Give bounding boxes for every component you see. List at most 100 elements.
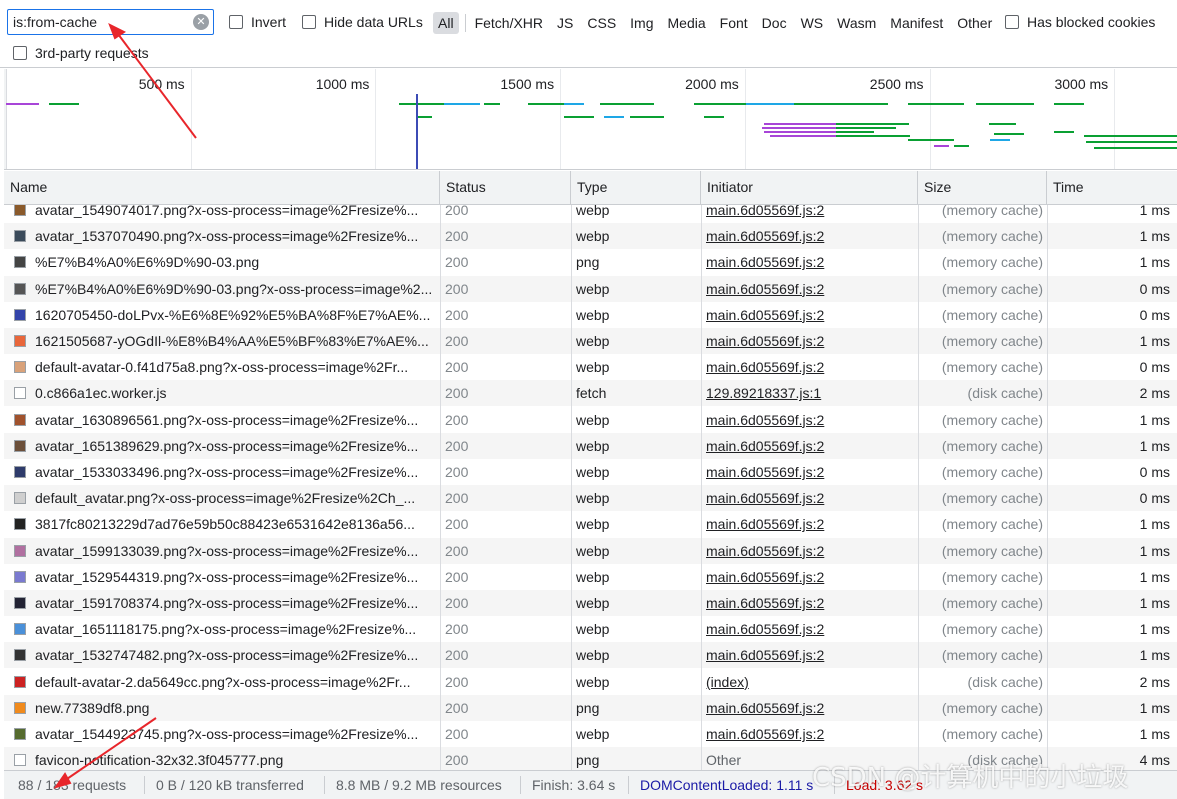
initiator-link[interactable]: (index) [706, 674, 749, 690]
request-name-cell[interactable]: 1621505687-yOGdIl-%E8%B4%AA%E5%BF%83%E7%… [4, 328, 439, 354]
table-row[interactable]: %E7%B4%A0%E6%9D%90-03.png?x-oss-process=… [4, 275, 1177, 302]
hide-data-urls-checkbox-box[interactable] [302, 15, 316, 29]
table-row[interactable]: avatar_1630896561.png?x-oss-process=imag… [4, 407, 1177, 433]
table-row[interactable]: new.77389df8.png 200 png main.6d05569f.js:2… [4, 694, 1177, 721]
table-row[interactable]: default-avatar-2.da5649cc.png?x-oss-proc… [4, 669, 1177, 695]
initiator-link[interactable]: main.6d05569f.js:2 [706, 700, 824, 716]
third-party-checkbox-box[interactable] [13, 46, 27, 60]
request-name[interactable]: default-avatar-2.da5649cc.png?x-oss-proc… [35, 674, 410, 690]
column-header-status[interactable]: Status [440, 171, 571, 204]
table-row[interactable]: default_avatar.png?x-oss-process=image%2… [4, 485, 1177, 512]
initiator-link[interactable]: main.6d05569f.js:2 [706, 543, 824, 559]
table-row[interactable]: default-avatar-0.f41d75a8.png?x-oss-proc… [4, 354, 1177, 380]
initiator-link[interactable]: main.6d05569f.js:2 [706, 490, 824, 506]
table-row[interactable]: %E7%B4%A0%E6%9D%90-03.png 200 png main.6d05… [4, 249, 1177, 275]
request-name[interactable]: %E7%B4%A0%E6%9D%90-03.png [35, 254, 259, 270]
initiator-link[interactable]: main.6d05569f.js:2 [706, 647, 824, 663]
request-name[interactable]: avatar_1532747482.png?x-oss-process=imag… [35, 647, 418, 663]
blocked-cookies-checkbox-box[interactable] [1005, 15, 1019, 29]
table-row[interactable]: avatar_1529544319.png?x-oss-process=imag… [4, 564, 1177, 590]
request-name-cell[interactable]: favicon-notification-32x32.3f045777.png [4, 747, 439, 770]
request-name[interactable]: avatar_1591708374.png?x-oss-process=imag… [35, 595, 418, 611]
filter-input-box[interactable]: ✕ [7, 9, 214, 35]
table-row[interactable]: avatar_1537070490.png?x-oss-process=imag… [4, 223, 1177, 250]
initiator-link[interactable]: main.6d05569f.js:2 [706, 726, 824, 742]
table-row[interactable]: 1621505687-yOGdIl-%E8%B4%AA%E5%BF%83%E7%… [4, 328, 1177, 354]
type-filter-doc[interactable]: Doc [757, 12, 792, 34]
type-filter-manifest[interactable]: Manifest [885, 12, 948, 34]
request-name-cell[interactable]: avatar_1537070490.png?x-oss-process=imag… [4, 223, 439, 249]
initiator-link[interactable]: main.6d05569f.js:2 [706, 464, 824, 480]
request-name-cell[interactable]: 3817fc80213229d7ad76e59b50c88423e6531642… [4, 511, 439, 537]
column-header-name[interactable]: Name [4, 171, 440, 204]
request-name[interactable]: avatar_1537070490.png?x-oss-process=imag… [35, 228, 418, 244]
type-filter-css[interactable]: CSS [582, 12, 621, 34]
initiator-link[interactable]: main.6d05569f.js:2 [706, 307, 824, 323]
type-filter-ws[interactable]: WS [796, 12, 829, 34]
table-row[interactable]: avatar_1651118175.png?x-oss-process=imag… [4, 616, 1177, 642]
type-filter-fetch-xhr[interactable]: Fetch/XHR [470, 12, 548, 34]
request-name-cell[interactable]: avatar_1599133039.png?x-oss-process=imag… [4, 538, 439, 564]
filter-input[interactable] [13, 13, 188, 31]
invert-checkbox[interactable]: Invert [229, 14, 286, 30]
has-blocked-cookies-checkbox[interactable]: Has blocked cookies [1005, 14, 1155, 30]
request-name-cell[interactable]: default-avatar-0.f41d75a8.png?x-oss-proc… [4, 354, 439, 380]
request-name-cell[interactable]: new.77389df8.png [4, 695, 439, 721]
table-row[interactable]: avatar_1591708374.png?x-oss-process=imag… [4, 590, 1177, 616]
table-row[interactable]: avatar_1544923745.png?x-oss-process=imag… [4, 721, 1177, 747]
type-filter-font[interactable]: Font [715, 12, 753, 34]
table-row[interactable]: avatar_1532747482.png?x-oss-process=imag… [4, 642, 1177, 669]
table-row[interactable]: avatar_1599133039.png?x-oss-process=imag… [4, 537, 1177, 564]
table-row[interactable]: avatar_1549074017.png?x-oss-process=imag… [4, 205, 1177, 223]
initiator-link[interactable]: main.6d05569f.js:2 [706, 359, 824, 375]
invert-checkbox-box[interactable] [229, 15, 243, 29]
column-header-initiator[interactable]: Initiator [701, 171, 918, 204]
request-name[interactable]: 1621505687-yOGdIl-%E8%B4%AA%E5%BF%83%E7%… [35, 333, 429, 349]
request-name-cell[interactable]: avatar_1532747482.png?x-oss-process=imag… [4, 642, 439, 668]
request-name[interactable]: favicon-notification-32x32.3f045777.png [35, 752, 283, 768]
type-filter-wasm[interactable]: Wasm [832, 12, 881, 34]
request-name[interactable]: %E7%B4%A0%E6%9D%90-03.png?x-oss-process=… [35, 281, 432, 297]
column-header-size[interactable]: Size [918, 171, 1047, 204]
table-row[interactable]: avatar_1533033496.png?x-oss-process=imag… [4, 459, 1177, 485]
request-name[interactable]: default_avatar.png?x-oss-process=image%2… [35, 490, 415, 506]
type-filter-all[interactable]: All [433, 12, 459, 34]
initiator-link[interactable]: main.6d05569f.js:2 [706, 595, 824, 611]
request-name[interactable]: 3817fc80213229d7ad76e59b50c88423e6531642… [35, 516, 415, 532]
request-name-cell[interactable]: default_avatar.png?x-oss-process=image%2… [4, 485, 439, 511]
request-name[interactable]: avatar_1549074017.png?x-oss-process=imag… [35, 205, 418, 218]
request-name[interactable]: 0.c866a1ec.worker.js [35, 385, 167, 401]
type-filter-media[interactable]: Media [663, 12, 711, 34]
type-filter-img[interactable]: Img [625, 12, 658, 34]
request-name[interactable]: new.77389df8.png [35, 700, 149, 716]
initiator-link[interactable]: main.6d05569f.js:2 [706, 438, 824, 454]
request-name[interactable]: avatar_1630896561.png?x-oss-process=imag… [35, 412, 418, 428]
third-party-requests-checkbox[interactable]: 3rd-party requests [13, 45, 149, 61]
request-name[interactable]: avatar_1599133039.png?x-oss-process=imag… [35, 543, 418, 559]
table-row[interactable]: avatar_1651389629.png?x-oss-process=imag… [4, 432, 1177, 459]
request-name[interactable]: avatar_1651118175.png?x-oss-process=imag… [35, 621, 416, 637]
request-name-cell[interactable]: avatar_1544923745.png?x-oss-process=imag… [4, 721, 439, 747]
network-overview-timeline[interactable]: 500 ms 1000 ms 1500 ms 2000 ms 2500 ms 3000 m… [4, 69, 1177, 170]
request-name-cell[interactable]: default-avatar-2.da5649cc.png?x-oss-proc… [4, 669, 439, 695]
request-name-cell[interactable]: 0.c866a1ec.worker.js [4, 380, 439, 406]
initiator-link[interactable]: main.6d05569f.js:2 [706, 205, 824, 218]
initiator-link[interactable]: main.6d05569f.js:2 [706, 569, 824, 585]
request-name-cell[interactable]: avatar_1630896561.png?x-oss-process=imag… [4, 407, 439, 433]
table-row[interactable]: 3817fc80213229d7ad76e59b50c88423e6531642… [4, 511, 1177, 537]
type-filter-js[interactable]: JS [552, 12, 578, 34]
initiator-link[interactable]: main.6d05569f.js:2 [706, 228, 824, 244]
request-name-cell[interactable]: avatar_1651118175.png?x-oss-process=imag… [4, 616, 439, 642]
request-name-cell[interactable]: avatar_1533033496.png?x-oss-process=imag… [4, 459, 439, 485]
initiator-link[interactable]: main.6d05569f.js:2 [706, 516, 824, 532]
table-row[interactable]: 0.c866a1ec.worker.js 200 fetch 129.89218337… [4, 380, 1177, 407]
request-name[interactable]: default-avatar-0.f41d75a8.png?x-oss-proc… [35, 359, 408, 375]
initiator-link[interactable]: main.6d05569f.js:2 [706, 254, 824, 270]
column-header-type[interactable]: Type [571, 171, 701, 204]
request-name-cell[interactable]: %E7%B4%A0%E6%9D%90-03.png [4, 249, 439, 275]
initiator-link[interactable]: main.6d05569f.js:2 [706, 621, 824, 637]
request-name[interactable]: avatar_1651389629.png?x-oss-process=imag… [35, 438, 418, 454]
request-name-cell[interactable]: avatar_1529544319.png?x-oss-process=imag… [4, 564, 439, 590]
request-name[interactable]: 1620705450-doLPvx-%E6%8E%92%E5%BA%8F%E7%… [35, 307, 430, 323]
request-name-cell[interactable]: %E7%B4%A0%E6%9D%90-03.png?x-oss-process=… [4, 276, 439, 302]
